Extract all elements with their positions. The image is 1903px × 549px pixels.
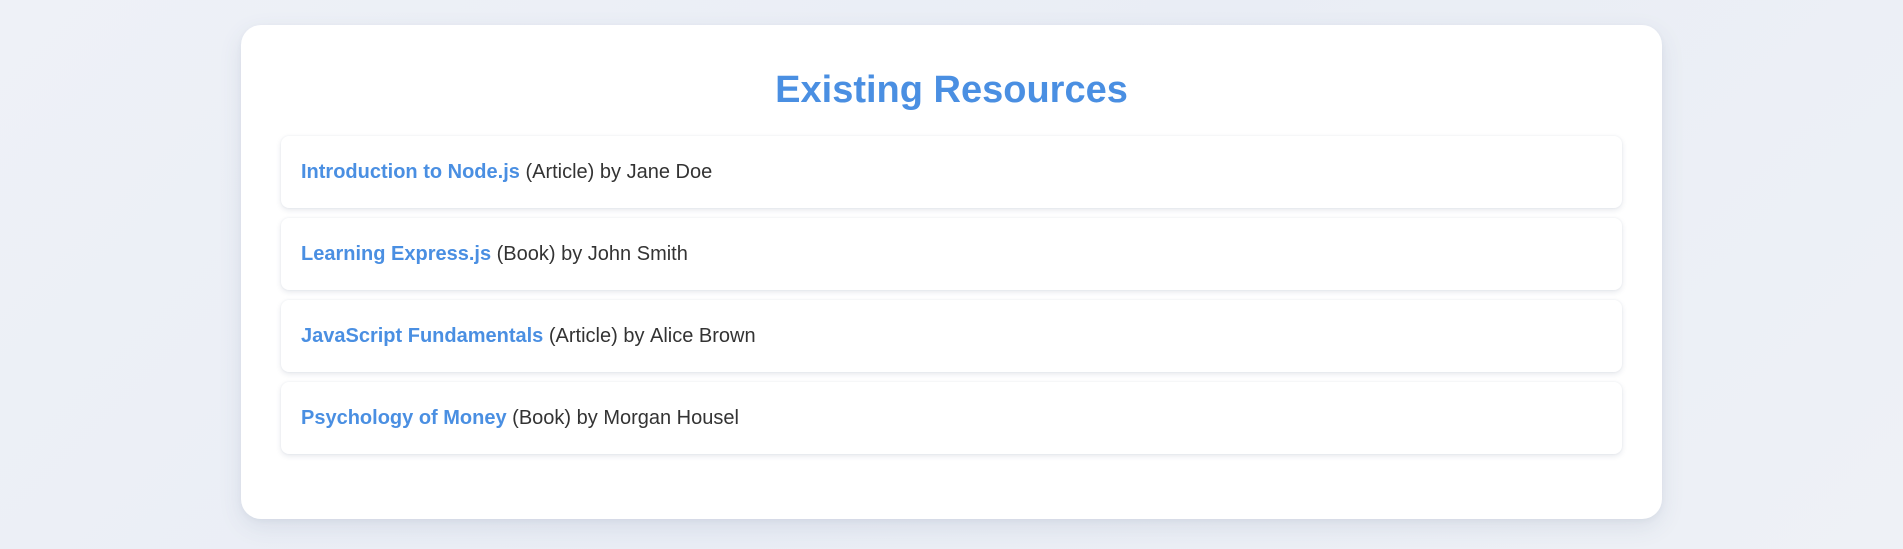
resource-by: by xyxy=(599,160,622,183)
resource-item: Learning Express.js (Book) by John Smith xyxy=(281,218,1622,290)
resource-author: Morgan Housel xyxy=(603,406,739,429)
resource-type: (Article) xyxy=(548,324,618,347)
resource-item: Psychology of Money (Book) by Morgan Hou… xyxy=(281,382,1622,454)
resource-type: (Article) xyxy=(525,160,595,183)
resource-by: by xyxy=(576,406,598,429)
resource-author: Alice Brown xyxy=(650,324,756,347)
resource-item: JavaScript Fundamentals (Article) by Ali… xyxy=(281,300,1622,372)
resource-title-link[interactable]: Introduction to Node.js xyxy=(301,161,520,184)
resource-list: Introduction to Node.js (Article) by Jan… xyxy=(281,136,1622,454)
resource-by: by xyxy=(561,242,583,265)
resources-card: Existing Resources Introduction to Node.… xyxy=(241,25,1662,519)
resource-type: (Book) xyxy=(512,406,572,429)
resource-by: by xyxy=(623,324,645,347)
page-title: Existing Resources xyxy=(775,69,1128,111)
resource-title-link[interactable]: Learning Express.js xyxy=(301,243,491,266)
resource-title-link[interactable]: JavaScript Fundamentals xyxy=(301,325,543,348)
resource-author: Jane Doe xyxy=(626,160,713,183)
resource-item: Introduction to Node.js (Article) by Jan… xyxy=(281,136,1622,208)
resource-type: (Book) xyxy=(496,242,556,265)
resource-author: John Smith xyxy=(587,242,688,265)
resource-title-link[interactable]: Psychology of Money xyxy=(301,407,507,430)
